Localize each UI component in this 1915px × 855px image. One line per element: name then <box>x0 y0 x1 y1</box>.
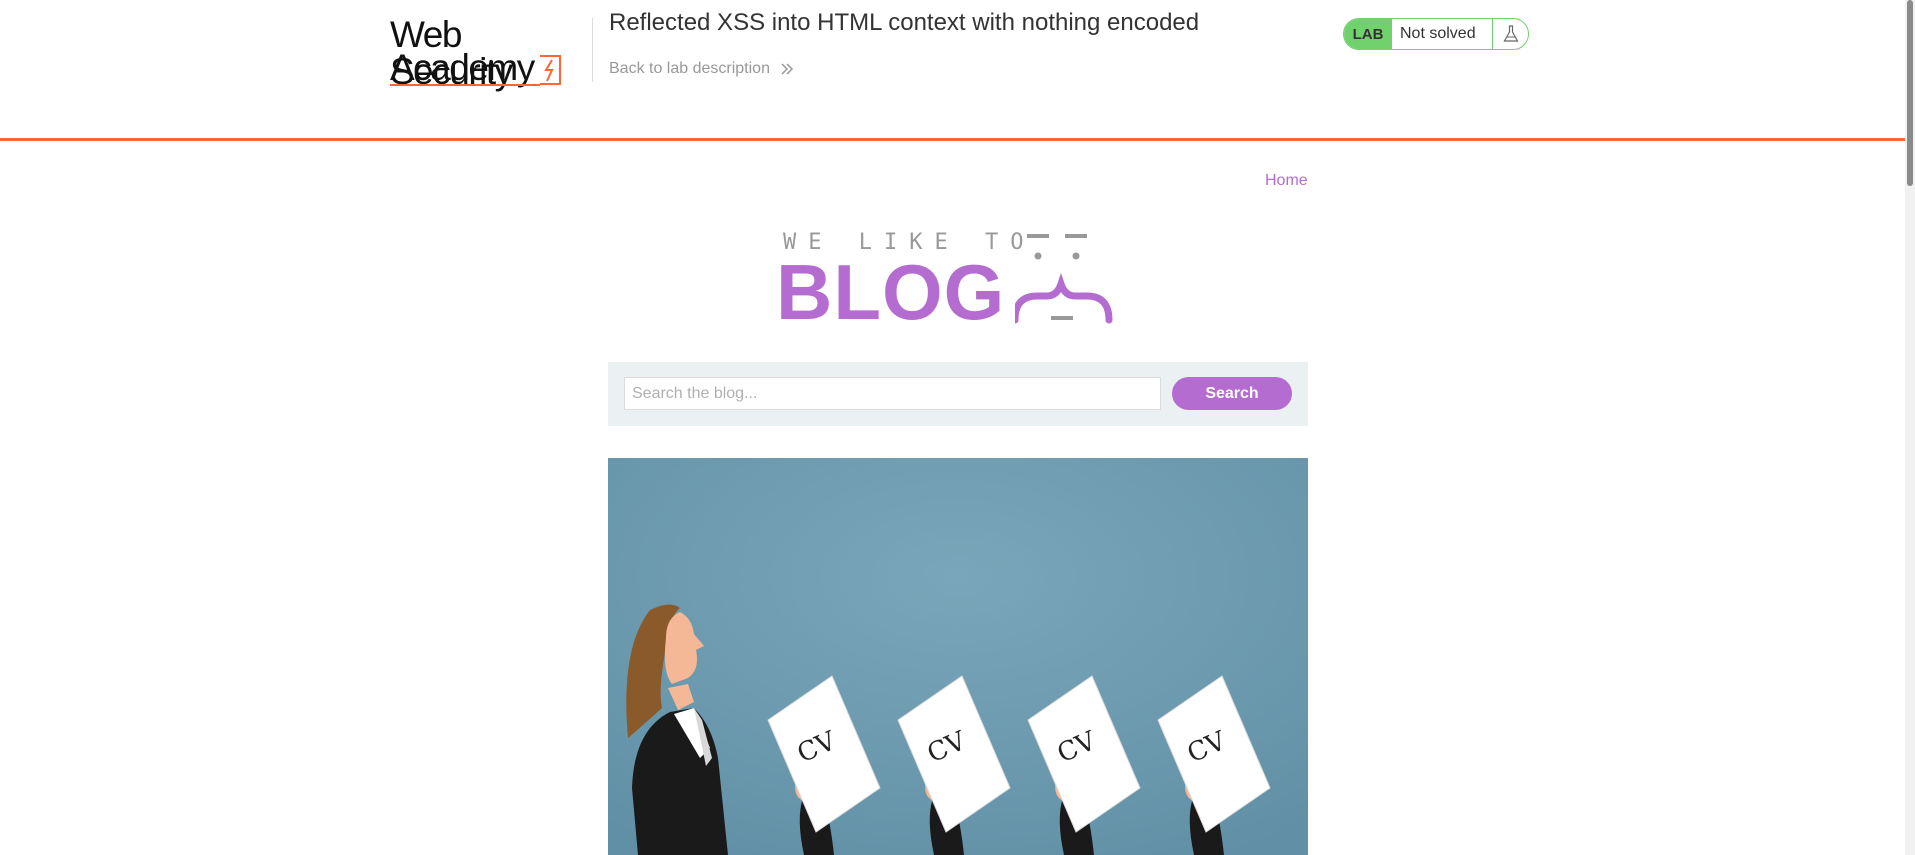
back-to-lab-description-link[interactable]: Back to lab description <box>609 60 794 78</box>
logo-line-2: Academy <box>390 47 535 88</box>
lab-status-widget: LAB Not solved <box>1343 18 1529 50</box>
back-link-label: Back to lab description <box>609 60 770 77</box>
flask-icon[interactable] <box>1492 19 1528 49</box>
lab-tag: LAB <box>1344 19 1392 49</box>
search-panel: Search <box>608 362 1308 426</box>
lab-title: Reflected XSS into HTML context with not… <box>609 9 1200 36</box>
page-scrollbar[interactable] <box>1905 0 1915 855</box>
blog-logo-face-icon <box>1015 234 1113 324</box>
double-chevron-right-icon <box>781 63 794 75</box>
search-input[interactable] <box>624 377 1161 410</box>
logo-bolt-icon <box>540 55 561 85</box>
logo-underline <box>390 84 540 86</box>
nav-home-link[interactable]: Home <box>1265 172 1308 190</box>
search-button[interactable]: Search <box>1172 377 1292 410</box>
cv-illustration: CV CV CV CV <box>608 458 1308 855</box>
blog-post-image[interactable]: CV CV CV CV <box>608 458 1308 855</box>
blog-logo: WE LIKE TO BLOG <box>775 224 1135 334</box>
academy-header: Web Security Academy Reflected XSS into … <box>0 0 1905 141</box>
page: Web Security Academy Reflected XSS into … <box>0 0 1915 855</box>
lab-status-text: Not solved <box>1400 25 1476 42</box>
blog-logo-word: BLOG <box>776 248 1006 336</box>
header-divider <box>592 18 593 82</box>
web-security-academy-logo[interactable]: Web Security Academy <box>390 16 590 90</box>
scrollbar-thumb[interactable] <box>1907 0 1913 186</box>
